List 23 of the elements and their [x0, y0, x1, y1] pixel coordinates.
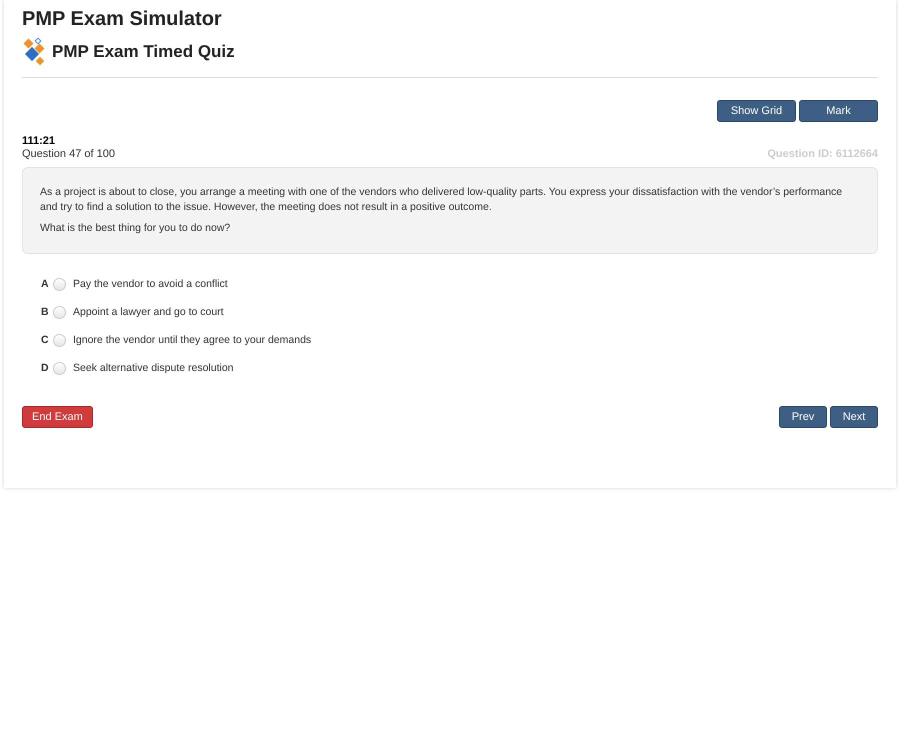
option-label[interactable]: Ignore the vendor until they agree to your demands: [73, 334, 312, 346]
toolbar-button[interactable]: Mark: [799, 100, 878, 122]
nav-button[interactable]: Prev: [779, 406, 827, 428]
app-title: PMP Exam Simulator: [22, 8, 223, 31]
option-letter: A: [41, 278, 50, 290]
radio-button[interactable]: [53, 306, 66, 318]
option-letter: D: [41, 362, 50, 374]
quiz-title: PMP Exam Timed Quiz: [52, 42, 235, 62]
option-letter: B: [41, 306, 50, 318]
option-letter: C: [41, 334, 50, 346]
end-exam-button[interactable]: End Exam: [22, 406, 93, 428]
question-text: As a project is about to close, you arrange a meeting with one of the vendors who delivered low-quality parts. You express your dissatisfaction with the vendor’s performance and try to find a solution to the issue. However, the meeting does not result in a positive outcome.: [40, 185, 844, 215]
radio-button[interactable]: [53, 334, 66, 346]
question-text: What is the best thing for you to do now?: [40, 221, 232, 236]
option-label[interactable]: Seek alternative dispute resolution: [73, 362, 234, 374]
question-counter: Question 47 of 100: [22, 148, 115, 160]
option-label[interactable]: Pay the vendor to avoid a conflict: [73, 278, 228, 290]
radio-button[interactable]: [53, 362, 66, 374]
nav-button[interactable]: Next: [830, 406, 878, 428]
option-label[interactable]: Appoint a lawyer and go to court: [73, 306, 224, 318]
timer: 111:21: [22, 135, 56, 147]
radio-button[interactable]: [53, 278, 66, 290]
toolbar-button[interactable]: Show Grid: [717, 100, 796, 122]
